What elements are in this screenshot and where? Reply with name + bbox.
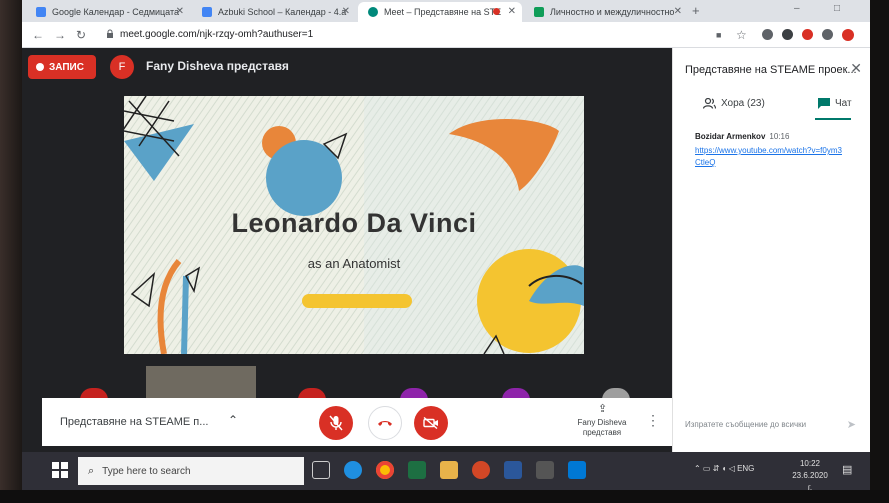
presenter-status: Fany Disheva представя (146, 59, 289, 73)
tab-people[interactable]: Хора (23) (703, 98, 765, 109)
record-label: ЗАПИС (49, 61, 84, 73)
meeting-details-button[interactable]: Представяне на STEAME п... (60, 416, 208, 428)
search-placeholder: Type here to search (102, 465, 191, 477)
meet-stage: ЗАПИС F Fany Disheva представя Leonardo … (22, 48, 672, 400)
clock-time: 10:22 (799, 459, 821, 468)
calendar-icon (202, 7, 212, 17)
sheets-icon (534, 7, 544, 17)
close-icon[interactable]: ✕ (342, 6, 350, 17)
close-icon[interactable]: ✕ (850, 60, 862, 77)
chat-message-link[interactable]: https://www.youtube.com/watch?v=f0ym3Ctl… (695, 145, 845, 169)
notification-icon[interactable]: ▤ (842, 463, 852, 476)
task-view-icon[interactable] (312, 461, 330, 479)
lock-icon (107, 29, 113, 38)
extension-icon[interactable] (782, 29, 793, 40)
recording-badge[interactable]: ЗАПИС (28, 55, 96, 79)
panel-title: Представяне на STEAME проек... (685, 64, 857, 76)
recording-dot-icon (493, 8, 500, 15)
maximize-icon[interactable]: □ (834, 3, 840, 14)
profile-avatar[interactable] (842, 29, 854, 41)
camera-off-icon (423, 417, 438, 429)
browser-tab[interactable]: Google Календар - Седмицата ✕ (26, 2, 190, 22)
url-field[interactable]: meet.google.com/njk-rzqy-omh?authuser=1 (120, 29, 313, 40)
extension-icon[interactable] (802, 29, 813, 40)
meeting-controls: Представяне на STEAME п... ⌃ ⇪ Fany Dish… (42, 398, 672, 446)
word-icon[interactable] (504, 461, 522, 479)
meet-icon (368, 7, 378, 17)
clock-date: 23.6.2020 г. (792, 471, 828, 490)
reload-icon[interactable]: ↻ (76, 28, 86, 42)
forward-icon[interactable]: → (54, 28, 66, 42)
chevron-up-icon[interactable]: ⌃ (228, 413, 238, 427)
sender-name: Bozidar Armenkov (695, 132, 766, 141)
file-explorer-icon[interactable] (440, 461, 458, 479)
chrome-icon[interactable] (376, 461, 394, 479)
more-options-icon[interactable]: ⋮ (646, 412, 660, 429)
participant-thumbnail[interactable] (146, 366, 256, 398)
extension-icon[interactable] (762, 29, 773, 40)
tab-chat[interactable]: Чат (818, 98, 852, 109)
chat-icon (818, 98, 830, 109)
camera-indicator-icon[interactable]: ■ (716, 30, 721, 40)
edge-icon[interactable] (344, 461, 362, 479)
tab-title: Azbuki School – Календар - 4.а (218, 7, 347, 17)
monitor-bezel-right (870, 0, 889, 503)
close-icon[interactable]: ✕ (674, 6, 682, 17)
people-icon (703, 98, 716, 109)
close-icon[interactable]: ✕ (508, 6, 516, 17)
tab-title: Личностно и междуличностно (550, 7, 675, 17)
tab-chat-label: Чат (835, 98, 852, 109)
screen: Google Календар - Седмицата ✕ Azbuki Sch… (22, 0, 870, 490)
back-icon[interactable]: ← (32, 28, 44, 42)
tab-people-label: Хора (23) (721, 98, 765, 109)
calendar-icon (36, 7, 46, 17)
puzzle-icon[interactable] (822, 29, 833, 40)
present-screen-icon[interactable]: ⇪ (598, 402, 607, 415)
excel-icon[interactable] (408, 461, 426, 479)
mic-off-icon (329, 415, 343, 431)
present-status-label[interactable]: Fany Disheva представя (572, 418, 632, 438)
language-indicator[interactable]: ENG (737, 464, 754, 473)
message-time: 10:16 (769, 132, 790, 141)
microphone-toggle-button[interactable] (319, 406, 353, 440)
browser-tab-bar: Google Календар - Седмицата ✕ Azbuki Sch… (22, 0, 870, 22)
bookmark-star-icon[interactable]: ☆ (736, 28, 747, 42)
side-panel: Представяне на STEAME проек... ✕ Хора (2… (672, 48, 870, 490)
tab-title: Google Календар - Седмицата (52, 7, 180, 17)
slide-title: Leonardo Da Vinci (231, 208, 477, 238)
active-tab-indicator (815, 118, 851, 120)
windows-start-icon[interactable] (52, 462, 68, 478)
chat-message-sender: Bozidar Armenkov 10:16 (695, 132, 789, 141)
windows-taskbar: ⌕ Type here to search ⌃ ▭ ⇵ ◖ ◁ ENG 10:2… (22, 452, 870, 490)
hang-up-button[interactable] (368, 406, 402, 440)
minimize-icon[interactable]: – (794, 3, 800, 14)
taskbar-search-input[interactable]: ⌕ Type here to search (78, 457, 304, 485)
address-bar: ← → ↻ meet.google.com/njk-rzqy-omh?authu… (22, 22, 870, 48)
browser-tab-active[interactable]: Meet – Представяне на STE ✕ (358, 2, 522, 22)
presentation-slide: Leonardo Da Vinci as an Anatomist (124, 96, 584, 354)
send-icon[interactable]: ➤ (847, 418, 856, 431)
system-tray[interactable]: ⌃ ▭ ⇵ ◖ ◁ ENG (694, 464, 754, 473)
mail-icon[interactable] (568, 461, 586, 479)
browser-tab[interactable]: Azbuki School – Календар - 4.а ✕ (192, 2, 356, 22)
chat-input[interactable]: Изпратете съобщение до всички (685, 420, 806, 429)
powerpoint-icon[interactable] (472, 461, 490, 479)
new-tab-button[interactable]: + (692, 3, 700, 18)
monitor-bezel-left (0, 0, 22, 503)
tab-title: Meet – Представяне на STE (384, 7, 502, 17)
search-icon: ⌕ (88, 464, 95, 477)
slide-subtitle: as an Anatomist (307, 256, 401, 271)
camera-toggle-button[interactable] (414, 406, 448, 440)
phone-hangup-icon (378, 421, 392, 426)
avatar: F (110, 55, 134, 79)
close-icon[interactable]: ✕ (176, 6, 184, 17)
monitor-bezel-bottom (0, 490, 889, 503)
store-icon[interactable] (536, 461, 554, 479)
taskbar-clock[interactable]: 10:22 23.6.2020 г. (790, 458, 830, 490)
record-dot-icon (36, 63, 44, 71)
browser-tab[interactable]: Личностно и междуличностно ✕ (524, 2, 688, 22)
